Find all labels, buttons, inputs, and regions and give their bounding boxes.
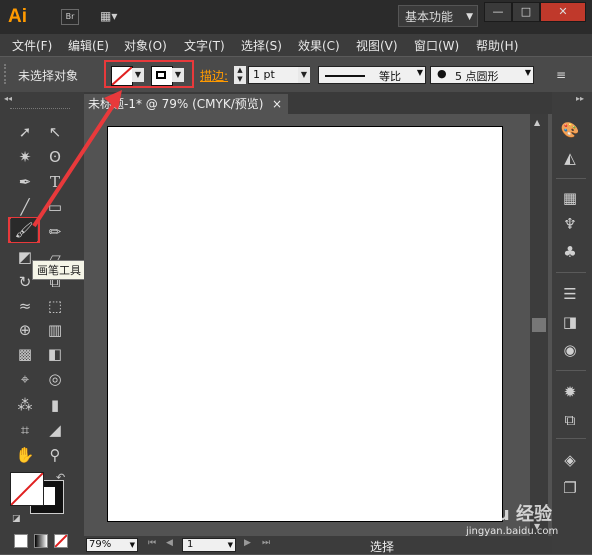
baidu-watermark-logo: Baidu 经验 xyxy=(452,504,553,525)
watermark-url: jingyan.baidu.com xyxy=(466,526,559,537)
annotation-arrow xyxy=(32,90,122,228)
